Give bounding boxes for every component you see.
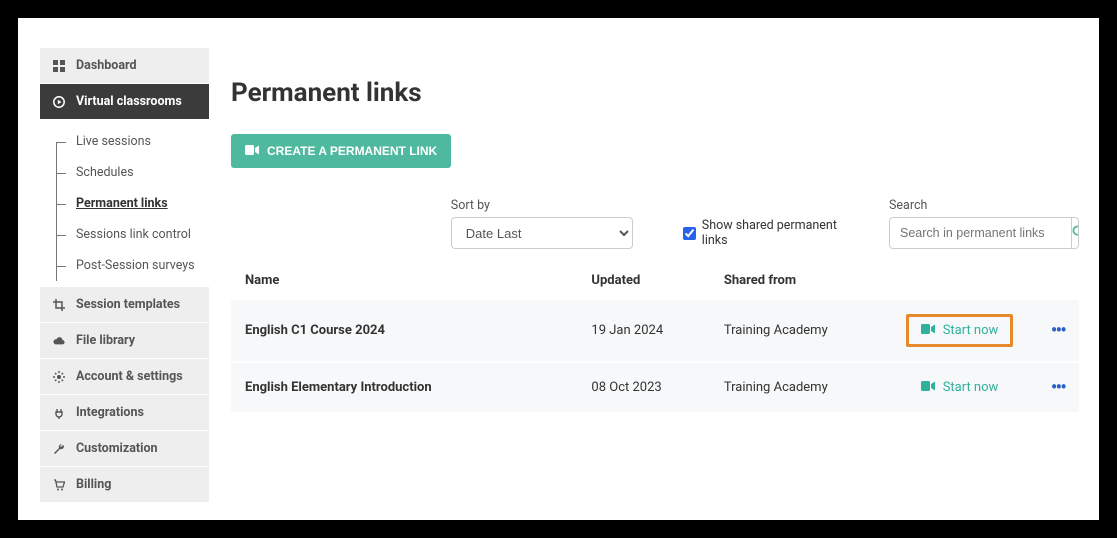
sort-select[interactable]: Date Last xyxy=(451,217,633,249)
start-now-button[interactable]: Start now xyxy=(921,380,999,395)
search-button[interactable] xyxy=(1071,218,1079,248)
page-title: Permanent links xyxy=(231,78,1079,108)
main-content: Permanent links CREATE A PERMANENT LINK … xyxy=(209,48,1079,500)
sidebar-item-label: Billing xyxy=(76,477,111,492)
cart-icon xyxy=(52,479,66,491)
sidebar-item-label: Virtual classrooms xyxy=(76,94,182,109)
sidebar: Dashboard Virtual classrooms Live sessio… xyxy=(40,48,209,500)
col-header-name: Name xyxy=(231,263,577,299)
start-now-label: Start now xyxy=(943,323,999,338)
sidebar-item-label: Customization xyxy=(76,441,158,456)
create-permanent-link-button[interactable]: CREATE A PERMANENT LINK xyxy=(231,134,451,168)
cell-name: English C1 Course 2024 xyxy=(231,299,577,362)
sort-label: Sort by xyxy=(451,198,633,213)
table-row: English Elementary Introduction 08 Oct 2… xyxy=(231,362,1079,412)
video-icon xyxy=(245,144,259,158)
show-shared-label: Show shared permanent links xyxy=(702,218,849,248)
sidebar-item-label: Session templates xyxy=(76,297,180,312)
sort-group: Sort by Date Last xyxy=(451,198,633,249)
show-shared-group: Show shared permanent links xyxy=(683,217,849,249)
grid-icon xyxy=(52,60,66,72)
sidebar-item-customization[interactable]: Customization xyxy=(40,431,209,467)
cell-shared: Training Academy xyxy=(710,299,883,362)
cell-updated: 08 Oct 2023 xyxy=(577,362,709,412)
sidebar-subnav: Live sessions Schedules Permanent links … xyxy=(40,120,209,287)
sidebar-item-label: Account & settings xyxy=(76,369,183,384)
col-header-shared: Shared from xyxy=(710,263,883,299)
sidebar-item-virtual-classrooms[interactable]: Virtual classrooms xyxy=(40,84,209,120)
sidebar-item-label: Integrations xyxy=(76,405,144,420)
sidebar-sub-permanent-links[interactable]: Permanent links xyxy=(56,188,209,219)
sidebar-item-file-library[interactable]: File library xyxy=(40,323,209,359)
sidebar-item-integrations[interactable]: Integrations xyxy=(40,395,209,431)
sidebar-sub-sessions-link-control[interactable]: Sessions link control xyxy=(56,219,209,250)
plug-icon xyxy=(52,407,66,419)
cloud-icon xyxy=(52,335,66,347)
gear-icon xyxy=(52,371,66,383)
wrench-icon xyxy=(52,443,66,455)
search-input[interactable] xyxy=(890,218,1071,248)
crop-icon xyxy=(52,299,66,311)
search-box xyxy=(889,217,1079,249)
sidebar-sub-live-sessions[interactable]: Live sessions xyxy=(56,126,209,157)
show-shared-checkbox[interactable] xyxy=(683,227,696,240)
table-row: English C1 Course 2024 19 Jan 2024 Train… xyxy=(231,299,1079,362)
sidebar-item-label: File library xyxy=(76,333,135,348)
sidebar-item-session-templates[interactable]: Session templates xyxy=(40,287,209,323)
controls-row: Sort by Date Last Show shared permanent … xyxy=(231,198,1079,249)
sidebar-sub-schedules[interactable]: Schedules xyxy=(56,157,209,188)
play-circle-icon xyxy=(52,96,66,108)
sidebar-sub-post-session-surveys[interactable]: Post-Session surveys xyxy=(56,250,209,281)
cell-updated: 19 Jan 2024 xyxy=(577,299,709,362)
video-icon xyxy=(921,323,935,338)
sidebar-item-account-settings[interactable]: Account & settings xyxy=(40,359,209,395)
search-label: Search xyxy=(889,198,1079,213)
row-menu-button[interactable]: ••• xyxy=(1051,318,1065,342)
sidebar-item-billing[interactable]: Billing xyxy=(40,467,209,503)
links-table: Name Updated Shared from English C1 Cour… xyxy=(231,263,1079,412)
search-icon xyxy=(1072,225,1079,241)
sidebar-item-dashboard[interactable]: Dashboard xyxy=(40,48,209,84)
start-now-label: Start now xyxy=(943,380,999,395)
search-group: Search xyxy=(889,198,1079,249)
sidebar-item-label: Dashboard xyxy=(76,58,137,73)
video-icon xyxy=(921,380,935,395)
cell-shared: Training Academy xyxy=(710,362,883,412)
col-header-updated: Updated xyxy=(577,263,709,299)
cell-name: English Elementary Introduction xyxy=(231,362,577,412)
create-button-label: CREATE A PERMANENT LINK xyxy=(267,144,437,158)
start-now-button[interactable]: Start now xyxy=(906,314,1014,347)
row-menu-button[interactable]: ••• xyxy=(1051,375,1065,399)
